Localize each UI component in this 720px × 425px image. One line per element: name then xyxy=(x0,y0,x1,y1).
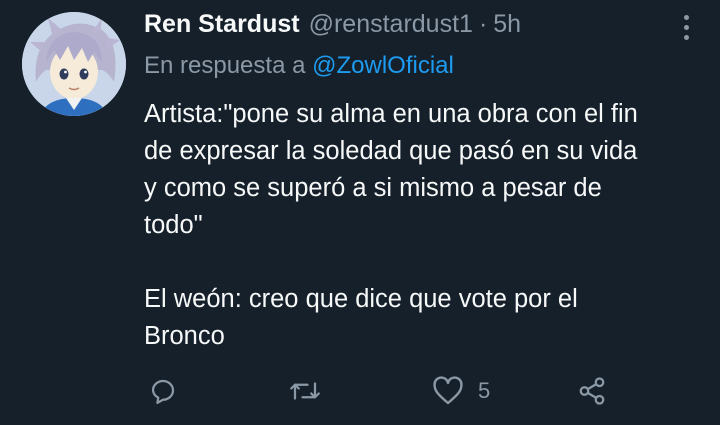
like-button[interactable]: 5 xyxy=(432,376,490,406)
tweet-text-line: El weón: creo que dice que vote por el xyxy=(144,285,578,313)
tweet-text-line: Bronco xyxy=(144,322,225,350)
reply-prefix: En respuesta a xyxy=(144,52,306,79)
retweet-arrows-icon xyxy=(288,376,322,406)
more-dot xyxy=(683,14,689,20)
tweet-text-line: todo" xyxy=(144,211,203,239)
reply-mention-link[interactable]: @ZowlOficial xyxy=(312,52,454,79)
share-button[interactable] xyxy=(576,376,608,406)
header-separator: · xyxy=(478,10,488,38)
tweet-text: Artista:"pone su alma en una obra con el… xyxy=(144,96,704,355)
reply-button[interactable] xyxy=(148,376,178,406)
more-dot xyxy=(683,24,689,30)
tweet-text-line: Artista:"pone su alma en una obra con el… xyxy=(144,100,638,128)
more-dot xyxy=(683,34,689,40)
more-options-icon[interactable] xyxy=(674,12,698,42)
share-icon xyxy=(576,376,608,406)
avatar[interactable] xyxy=(22,12,126,116)
like-count: 5 xyxy=(478,378,491,403)
tweet-timestamp[interactable]: 5h xyxy=(493,10,521,39)
action-bar: 5 xyxy=(0,376,720,412)
tweet-text-line: de expresar la soledad que pasó en su vi… xyxy=(144,137,638,165)
tweet-text-line: y como se superó a si mismo a pesar de xyxy=(144,174,602,202)
tweet[interactable]: Ren Stardust @renstardust1 · 5h En respu… xyxy=(0,0,720,425)
tweet-header: Ren Stardust @renstardust1 · 5h xyxy=(144,10,521,44)
retweet-button[interactable] xyxy=(288,376,322,406)
author-name[interactable]: Ren Stardust xyxy=(144,10,300,39)
author-handle[interactable]: @renstardust1 xyxy=(309,10,473,39)
heart-icon xyxy=(432,376,464,406)
speech-bubble-icon xyxy=(148,376,178,406)
reply-context: En respuesta a @ZowlOficial xyxy=(144,52,454,80)
